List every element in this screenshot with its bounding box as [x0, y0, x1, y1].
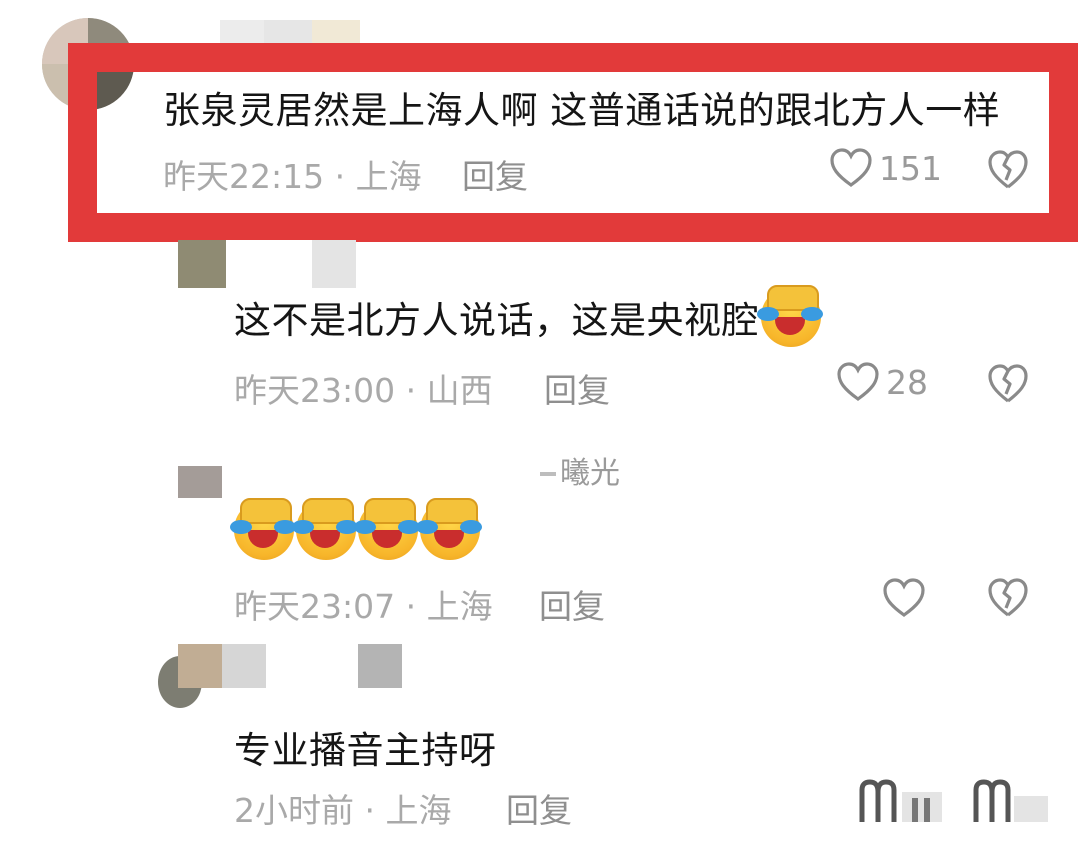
heart-outline-icon	[829, 148, 873, 188]
heart-outline-icon	[836, 362, 880, 402]
username-mosaic[interactable]	[178, 644, 402, 688]
comment-text: 张泉灵居然是上海人啊 这普通话说的跟北方人一样	[163, 89, 1001, 132]
comment-meta: 2小时前 · 上海	[234, 791, 452, 830]
comment-meta: 昨天23:07 · 上海	[234, 587, 493, 626]
avatar[interactable]	[178, 240, 226, 288]
highlight-box	[68, 43, 1078, 242]
like-button[interactable]: 151	[829, 148, 942, 188]
comment-text-content: 这不是北方人说话，这是央视腔	[234, 299, 759, 342]
broken-heart-icon[interactable]	[987, 578, 1029, 618]
facepalm-laughing-emoji	[354, 498, 418, 560]
reply-button[interactable]: 回复	[506, 784, 572, 832]
comment-meta: 昨天22:15 · 上海	[163, 157, 422, 196]
emoji-row	[230, 498, 480, 560]
avatar[interactable]	[178, 466, 222, 498]
comment-text: 专业播音主持呀	[234, 729, 497, 772]
facepalm-laughing-emoji	[230, 498, 294, 560]
username-mosaic[interactable]	[226, 240, 356, 288]
reply-button[interactable]: 回复	[462, 150, 528, 198]
heart-outline-icon[interactable]	[882, 578, 926, 618]
watermark	[858, 778, 1058, 828]
facepalm-laughing-emoji	[757, 284, 821, 347]
username-partial[interactable]: 曦光	[560, 448, 620, 492]
facepalm-laughing-emoji	[292, 498, 356, 560]
reply-button[interactable]: 回复	[544, 364, 610, 412]
username-mosaic[interactable]	[540, 468, 560, 478]
like-button[interactable]: 28	[836, 362, 928, 402]
username-mosaic[interactable]	[220, 20, 360, 44]
reply-button[interactable]: 回复	[539, 580, 605, 628]
like-count: 151	[879, 148, 942, 188]
facepalm-laughing-emoji	[416, 498, 480, 560]
comment-meta: 昨天23:00 · 山西	[234, 371, 493, 410]
like-count: 28	[886, 362, 928, 402]
broken-heart-icon[interactable]	[987, 364, 1029, 404]
broken-heart-icon[interactable]	[987, 150, 1029, 190]
comment-text: 这不是北方人说话，这是央视腔	[234, 284, 821, 353]
